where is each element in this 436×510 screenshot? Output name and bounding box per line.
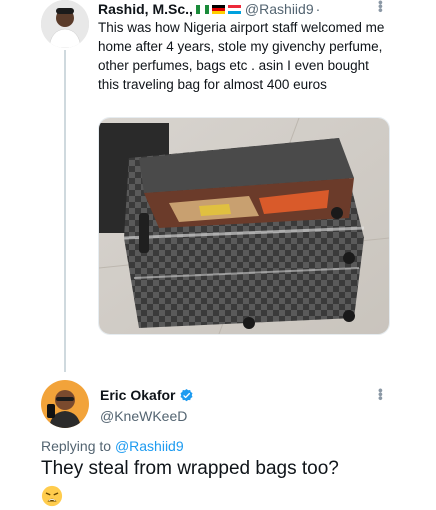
replying-prefix: Replying to: [41, 438, 112, 454]
more-options-icon[interactable]: •••: [373, 388, 389, 400]
germany-flag: [211, 4, 225, 14]
verified-badge-icon: [180, 388, 193, 401]
author-name[interactable]: Eric Okafor: [100, 387, 175, 403]
reply-author-row: Eric Okafor: [100, 387, 194, 403]
reply-text: They steal from wrapped bags too?: [41, 458, 339, 479]
weary-face-emoji: [41, 485, 63, 507]
author-handle[interactable]: @KneWKeeD: [100, 408, 187, 424]
mention-link[interactable]: @Rashiid9: [115, 438, 184, 454]
avatar[interactable]: [41, 380, 89, 428]
nigeria-flag: [195, 4, 209, 14]
avatar[interactable]: [41, 0, 89, 48]
tweet-photo[interactable]: [98, 117, 390, 335]
author-name[interactable]: Rashid, M.Sc.,: [98, 1, 193, 17]
tweet-header: Rashid, M.Sc., @Rashiid9 ·: [98, 0, 320, 18]
tweet-text: This was how Nigeria airport staff welco…: [98, 20, 385, 92]
replying-to: Replying to @Rashiid9: [41, 438, 184, 454]
thread-connector-line: [64, 50, 66, 372]
more-options-icon[interactable]: •••: [373, 0, 389, 12]
separator-dot: ·: [315, 1, 321, 17]
author-handle[interactable]: @Rashiid9: [245, 1, 314, 17]
luxembourg-flag: [227, 4, 241, 14]
